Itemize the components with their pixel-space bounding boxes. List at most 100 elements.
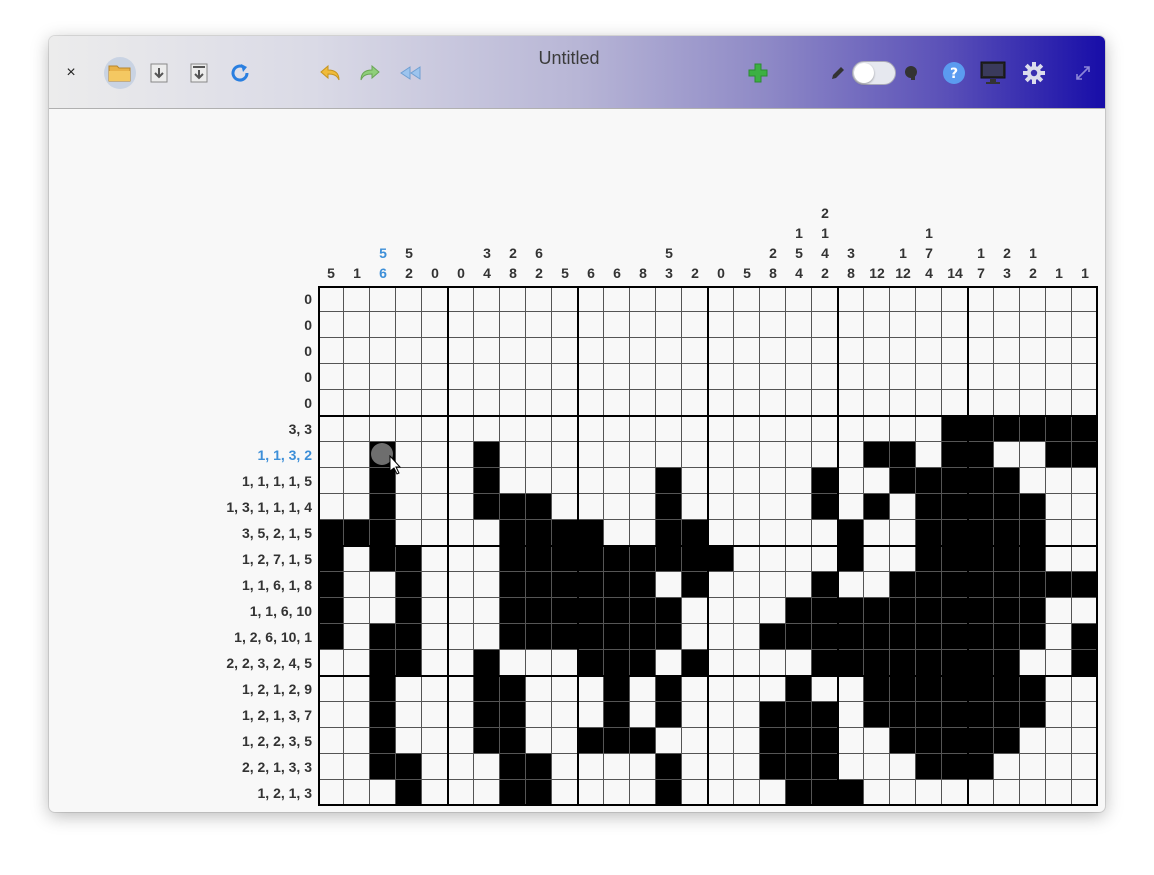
empty-cell[interactable] (734, 520, 760, 546)
filled-cell[interactable] (552, 598, 578, 624)
filled-cell[interactable] (838, 598, 864, 624)
filled-cell[interactable] (968, 520, 994, 546)
empty-cell[interactable] (474, 572, 500, 598)
empty-cell[interactable] (838, 416, 864, 442)
empty-cell[interactable] (682, 286, 708, 312)
undo-button[interactable] (315, 60, 345, 86)
empty-cell[interactable] (838, 442, 864, 468)
empty-cell[interactable] (422, 364, 448, 390)
filled-cell[interactable] (370, 520, 396, 546)
empty-cell[interactable] (656, 390, 682, 416)
filled-cell[interactable] (630, 546, 656, 572)
empty-cell[interactable] (318, 468, 344, 494)
empty-cell[interactable] (604, 754, 630, 780)
save-as-button[interactable] (184, 60, 214, 86)
empty-cell[interactable] (942, 312, 968, 338)
filled-cell[interactable] (1020, 494, 1046, 520)
empty-cell[interactable] (708, 624, 734, 650)
filled-cell[interactable] (500, 676, 526, 702)
filled-cell[interactable] (656, 754, 682, 780)
empty-cell[interactable] (968, 286, 994, 312)
empty-cell[interactable] (448, 650, 474, 676)
filled-cell[interactable] (890, 624, 916, 650)
empty-cell[interactable] (526, 312, 552, 338)
empty-cell[interactable] (760, 364, 786, 390)
empty-cell[interactable] (1072, 780, 1098, 806)
empty-cell[interactable] (344, 546, 370, 572)
filled-cell[interactable] (994, 416, 1020, 442)
filled-cell[interactable] (942, 416, 968, 442)
filled-cell[interactable] (474, 468, 500, 494)
empty-cell[interactable] (786, 572, 812, 598)
filled-cell[interactable] (500, 494, 526, 520)
filled-cell[interactable] (604, 598, 630, 624)
empty-cell[interactable] (500, 650, 526, 676)
empty-cell[interactable] (448, 572, 474, 598)
filled-cell[interactable] (370, 494, 396, 520)
add-button[interactable] (743, 60, 773, 86)
filled-cell[interactable] (994, 520, 1020, 546)
empty-cell[interactable] (734, 780, 760, 806)
filled-cell[interactable] (812, 728, 838, 754)
empty-cell[interactable] (630, 390, 656, 416)
empty-cell[interactable] (1046, 286, 1072, 312)
empty-cell[interactable] (734, 624, 760, 650)
empty-cell[interactable] (344, 650, 370, 676)
empty-cell[interactable] (318, 338, 344, 364)
empty-cell[interactable] (734, 338, 760, 364)
filled-cell[interactable] (708, 546, 734, 572)
empty-cell[interactable] (864, 390, 890, 416)
empty-cell[interactable] (864, 286, 890, 312)
filled-cell[interactable] (916, 494, 942, 520)
filled-cell[interactable] (552, 624, 578, 650)
filled-cell[interactable] (838, 780, 864, 806)
empty-cell[interactable] (812, 312, 838, 338)
empty-cell[interactable] (318, 390, 344, 416)
filled-cell[interactable] (994, 494, 1020, 520)
empty-cell[interactable] (786, 364, 812, 390)
empty-cell[interactable] (1072, 754, 1098, 780)
empty-cell[interactable] (890, 364, 916, 390)
empty-cell[interactable] (734, 754, 760, 780)
filled-cell[interactable] (526, 780, 552, 806)
filled-cell[interactable] (474, 728, 500, 754)
empty-cell[interactable] (474, 520, 500, 546)
empty-cell[interactable] (734, 416, 760, 442)
empty-cell[interactable] (1072, 702, 1098, 728)
empty-cell[interactable] (708, 364, 734, 390)
filled-cell[interactable] (344, 520, 370, 546)
empty-cell[interactable] (838, 494, 864, 520)
empty-cell[interactable] (370, 286, 396, 312)
filled-cell[interactable] (812, 572, 838, 598)
filled-cell[interactable] (1020, 546, 1046, 572)
empty-cell[interactable] (448, 312, 474, 338)
filled-cell[interactable] (526, 624, 552, 650)
filled-cell[interactable] (578, 728, 604, 754)
filled-cell[interactable] (916, 676, 942, 702)
empty-cell[interactable] (1046, 624, 1072, 650)
filled-cell[interactable] (968, 468, 994, 494)
empty-cell[interactable] (734, 442, 760, 468)
empty-cell[interactable] (916, 442, 942, 468)
empty-cell[interactable] (604, 364, 630, 390)
filled-cell[interactable] (916, 468, 942, 494)
filled-cell[interactable] (370, 728, 396, 754)
empty-cell[interactable] (422, 624, 448, 650)
empty-cell[interactable] (318, 728, 344, 754)
empty-cell[interactable] (344, 780, 370, 806)
empty-cell[interactable] (916, 338, 942, 364)
empty-cell[interactable] (760, 572, 786, 598)
empty-cell[interactable] (396, 494, 422, 520)
empty-cell[interactable] (890, 520, 916, 546)
empty-cell[interactable] (890, 338, 916, 364)
filled-cell[interactable] (890, 442, 916, 468)
filled-cell[interactable] (916, 520, 942, 546)
empty-cell[interactable] (552, 416, 578, 442)
empty-cell[interactable] (760, 520, 786, 546)
empty-cell[interactable] (1046, 520, 1072, 546)
empty-cell[interactable] (812, 390, 838, 416)
filled-cell[interactable] (864, 624, 890, 650)
empty-cell[interactable] (370, 416, 396, 442)
filled-cell[interactable] (630, 650, 656, 676)
empty-cell[interactable] (682, 494, 708, 520)
